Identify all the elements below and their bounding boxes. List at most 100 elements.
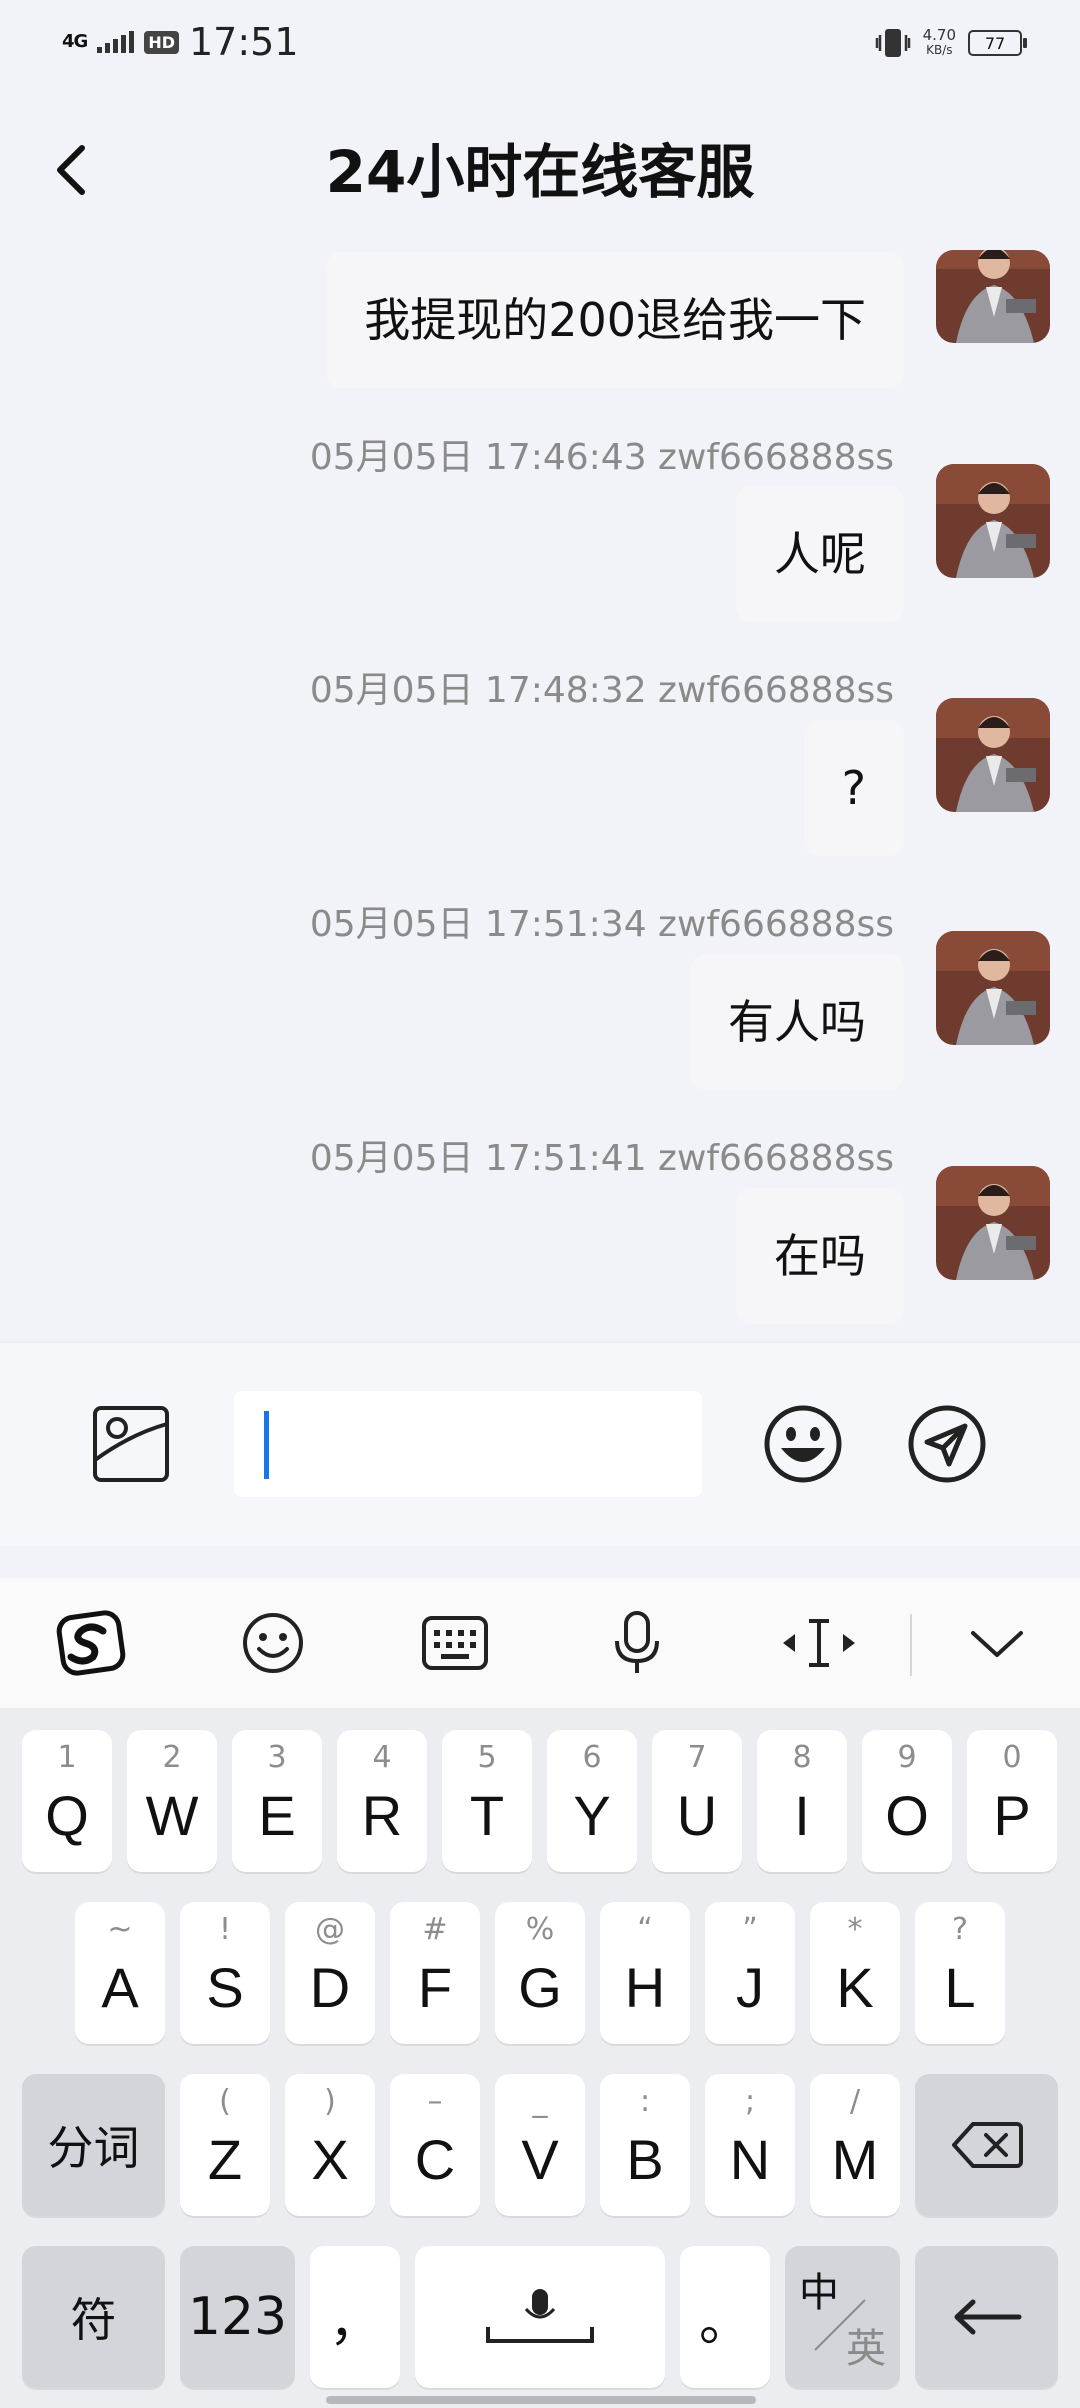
key-v[interactable]: _ V [495,2074,585,2216]
message-bubble[interactable]: 在吗 [736,1188,904,1324]
enter-key[interactable] [915,2246,1058,2388]
key-label: Q [45,1783,89,1847]
keyboard-toolbar [0,1578,1080,1708]
key-n[interactable]: ; N [705,2074,795,2216]
key-m[interactable]: / M [810,2074,900,2216]
key-hint: ! [218,1912,232,1947]
chevron-down-icon [971,1631,1023,1657]
key-e[interactable]: 3E [232,1730,322,1872]
key-label: E [258,1783,296,1847]
cursor-move-button[interactable] [774,1598,864,1688]
key-label: F [417,1955,453,2019]
key-label: P [993,1783,1031,1847]
avatar[interactable] [936,1166,1050,1280]
key-s[interactable]: ! S [180,1902,270,2044]
key-lang-switch[interactable]: 中 英 [785,2246,900,2388]
key-r[interactable]: 4R [337,1730,427,1872]
image-button[interactable] [86,1399,176,1489]
battery-icon: 77 [968,30,1027,56]
send-icon [908,1405,986,1483]
status-time: 17:51 [188,20,299,64]
key-period[interactable]: 。 [680,2246,770,2388]
key-t[interactable]: 5T [442,1730,532,1872]
network-type: 4G [62,31,88,52]
message-meta: 05月05日 17:51:41 zwf666888ss [309,1138,894,1179]
key-d[interactable]: @ D [285,1902,375,2044]
text-cursor [264,1411,269,1479]
key-hint: % [525,1912,555,1947]
key-comma[interactable]: ， [310,2246,400,2388]
key-hint: 4 [372,1740,392,1775]
key-u[interactable]: 7U [652,1730,742,1872]
key-h[interactable]: “H [600,1902,690,2044]
message-list[interactable]: 我提现的200退给我一下 05月05日 17:46:43 zwf666888ss… [0,250,1080,1340]
key-c[interactable]: – C [390,2074,480,2216]
message-input[interactable] [234,1391,702,1497]
voice-input-button[interactable] [592,1598,682,1688]
key-hint: 0 [1002,1740,1022,1775]
key-i[interactable]: 8I [757,1730,847,1872]
toolbar-divider [910,1614,912,1676]
space-key[interactable] [415,2246,665,2388]
message-bubble[interactable]: 人呢 [736,486,904,622]
message-bubble[interactable]: ? [803,720,904,856]
key-numbers[interactable]: 123 [180,2246,295,2388]
key-hint: * [847,1912,863,1947]
keyboard-emoji-button[interactable] [228,1598,318,1688]
message-bubble[interactable]: 我提现的200退给我一下 [326,252,904,388]
key-z[interactable]: (Z [180,2074,270,2216]
home-indicator[interactable] [326,2396,756,2404]
key-label: G [518,1955,562,2019]
key-hint: – [427,2084,443,2119]
key-y[interactable]: 6Y [547,1730,637,1872]
key-g[interactable]: % G [495,1902,585,2044]
key-fenci[interactable]: 分词 [22,2074,165,2216]
status-bar: 4G HD 17:51 4.70 KB/s 77 [0,0,1080,84]
key-hint: 3 [267,1740,287,1775]
key-label: O [885,1783,929,1847]
key-label: L [944,1955,976,2019]
key-label: H [624,1955,666,2019]
key-hint: ; [744,2084,756,2119]
key-a[interactable]: ~ A [75,1902,165,2044]
backspace-key[interactable] [915,2074,1058,2216]
vibrate-icon [875,29,910,57]
message-meta: 05月05日 17:51:34 zwf666888ss [309,904,894,945]
key-x[interactable]: ) X [285,2074,375,2216]
send-button[interactable] [902,1399,992,1489]
cursor-move-icon [783,1619,855,1667]
key-k[interactable]: * K [810,1902,900,2044]
key-q[interactable]: 1Q [22,1730,112,1872]
message-meta: 05月05日 17:46:43 zwf666888ss [309,437,894,478]
hide-keyboard-button[interactable] [952,1598,1042,1688]
key-label: 。 [698,2292,751,2353]
avatar[interactable] [936,464,1050,578]
key-hint: ( [219,2084,231,2119]
key-b[interactable]: :B [600,2074,690,2216]
key-label: M [831,2127,879,2191]
key-label: S [206,1955,244,2019]
key-hint: : [639,2084,651,2119]
message-bubble[interactable]: 有人吗 [690,954,904,1090]
key-label: A [101,1955,139,2019]
avatar[interactable] [936,698,1050,812]
keyboard-layout-button[interactable] [410,1598,500,1688]
key-label: 分词 [47,2121,140,2175]
key-o[interactable]: 9O [862,1730,952,1872]
key-hint: 8 [792,1740,812,1775]
key-label: D [309,1955,351,2019]
key-symbols[interactable]: 符 [22,2246,165,2388]
key-j[interactable]: ” J [705,1902,795,2044]
key-hint: ” [742,1912,758,1947]
emoji-button[interactable] [758,1399,848,1489]
key-f[interactable]: # F [390,1902,480,2044]
avatar[interactable] [936,250,1050,343]
key-l[interactable]: ? L [915,1902,1005,2044]
emoji-icon [764,1405,842,1483]
key-p[interactable]: 0P [967,1730,1057,1872]
key-w[interactable]: 2W [127,1730,217,1872]
avatar[interactable] [936,931,1050,1045]
key-hint: 7 [687,1740,707,1775]
sogou-button[interactable] [46,1598,136,1688]
key-label: J [736,1955,764,2019]
